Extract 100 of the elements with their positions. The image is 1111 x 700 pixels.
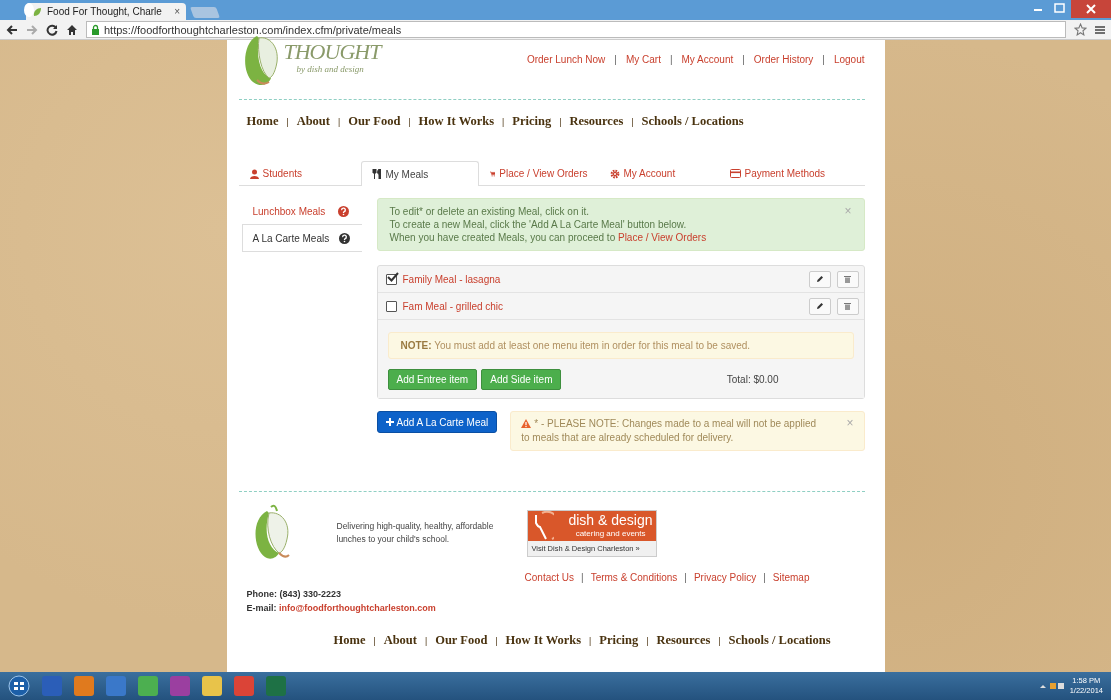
help-icon [338, 232, 350, 244]
tray-icon[interactable] [1039, 681, 1064, 691]
separator: | [669, 54, 673, 65]
logo-tagline: by dish and design [296, 64, 364, 74]
star-icon[interactable] [1074, 23, 1087, 36]
reload-icon[interactable] [46, 23, 58, 36]
checkbox[interactable] [385, 300, 397, 312]
new-tab-button[interactable] [190, 7, 220, 18]
tab-close-button[interactable]: × [174, 6, 180, 17]
warning-text: * - PLEASE NOTE: Changes made to a meal will not be applied to meals that are already scheduled for delivery. [521, 417, 818, 445]
start-button[interactable] [8, 675, 30, 697]
separator: | [646, 635, 649, 646]
pencil-icon [815, 275, 824, 283]
fork-knife-icon [371, 169, 382, 179]
nav-link[interactable]: How It Works [505, 633, 582, 648]
delete-button[interactable] [836, 270, 859, 288]
nav-link[interactable]: Resources [656, 633, 711, 648]
top-link[interactable]: Logout [833, 54, 865, 65]
nav-link[interactable]: Pricing [599, 633, 639, 648]
plus-icon [385, 418, 394, 426]
separator: | [589, 635, 592, 646]
add-meal-button[interactable]: Add A La Carte Meal [376, 411, 498, 433]
logo-text: THOUGHT [283, 40, 381, 64]
nav-link[interactable]: Our Food [348, 114, 401, 129]
footer-link[interactable]: Contact Us [524, 572, 575, 583]
phone-text: Phone: (843) 330-2223 [246, 589, 342, 599]
separator: | [581, 572, 584, 583]
edit-button[interactable] [808, 270, 831, 288]
note-text: NOTE: You must add at least one menu item in order for this meal to be saved. [400, 340, 751, 351]
menu-icon[interactable] [1095, 24, 1105, 35]
footer-link[interactable]: Terms & Conditions [590, 572, 678, 583]
cart-icon [489, 168, 496, 179]
separator: | [763, 572, 766, 583]
checkbox[interactable] [385, 273, 397, 285]
warning-icon [521, 419, 532, 428]
separator: | [718, 635, 721, 646]
total-text: Total: $0.00 [726, 374, 779, 385]
url-text: https://foodforthoughtcharleston.com/index.cfm/private/meals [104, 23, 402, 36]
side-nav-item[interactable]: A La Carte Meals [241, 224, 362, 252]
banner-subtitle: catering and events [575, 528, 646, 539]
separator: | [502, 116, 505, 127]
leaf-icon [32, 6, 42, 17]
tab[interactable]: My Meals [360, 161, 479, 186]
forward-icon[interactable] [26, 23, 38, 36]
banner-title: dish & design [568, 511, 653, 529]
tab[interactable]: Place / View Orders [478, 161, 599, 185]
meal-name: Fam Meal - grilled chic [402, 300, 505, 312]
app-icon[interactable] [202, 676, 222, 696]
nav-link[interactable]: Home [246, 114, 279, 129]
meal-row[interactable]: Family Meal - lasagna [377, 266, 864, 293]
tab-title: Food For Thought, Charle [47, 6, 163, 17]
separator: | [408, 116, 411, 127]
email-label: E-mail: [246, 603, 277, 613]
orders-link[interactable]: Place / View Orders [617, 232, 707, 243]
back-icon[interactable] [6, 23, 18, 36]
separator: | [614, 54, 617, 65]
trash-icon [844, 302, 851, 310]
alert-text: To edit* or delete an existing Meal, click on it. To create a new Meal, click the 'Add A La Carte Meal' button below. When you have created Meals, you can proceed to Place / View Orders [389, 205, 707, 244]
nav-link[interactable]: Home [333, 633, 366, 648]
top-link[interactable]: Order Lunch Now [526, 54, 606, 65]
tab[interactable]: Students [238, 161, 361, 185]
footer-link[interactable]: Sitemap [772, 572, 810, 583]
lock-icon [91, 24, 100, 35]
nav-link[interactable]: Resources [569, 114, 624, 129]
nav-link[interactable]: Schools / Locations [641, 114, 744, 129]
nav-link[interactable]: About [383, 633, 417, 648]
separator: | [742, 54, 745, 65]
separator: | [631, 116, 634, 127]
nav-link[interactable]: Pricing [512, 114, 552, 129]
trash-icon [844, 275, 851, 283]
separator: | [425, 635, 428, 646]
nav-link[interactable]: About [296, 114, 330, 129]
help-icon [337, 205, 349, 217]
close-icon[interactable] [1071, 0, 1111, 18]
footer-link[interactable]: Privacy Policy [693, 572, 757, 583]
top-link[interactable]: Order History [753, 54, 814, 65]
nav-link[interactable]: Our Food [435, 633, 488, 648]
meal-name: Family Meal - lasagna [402, 273, 502, 285]
browser-tab[interactable]: Food For Thought, Charle × [26, 3, 186, 20]
top-link[interactable]: My Account [681, 54, 734, 65]
home-icon[interactable] [66, 23, 78, 36]
delete-button[interactable] [836, 297, 859, 315]
pencil-icon [815, 302, 824, 310]
tagline-text: Delivering high-quality, healthy, affordable lunches to your child's school. [336, 520, 495, 546]
separator: | [559, 116, 562, 127]
edit-button[interactable] [808, 297, 831, 315]
separator: | [286, 116, 289, 127]
side-nav-item[interactable]: Lunchbox Meals [241, 198, 362, 224]
tab[interactable]: Payment Methods [718, 161, 862, 185]
nav-link[interactable]: How It Works [418, 114, 495, 129]
nav-link[interactable]: Schools / Locations [728, 633, 831, 648]
email-link[interactable]: info@foodforthoughtcharleston.com [279, 603, 436, 613]
separator: | [684, 572, 687, 583]
tab[interactable]: My Account [598, 161, 719, 185]
separator: | [373, 635, 376, 646]
separator: | [338, 116, 341, 127]
address-bar[interactable]: https://foodforthoughtcharleston.com/index.cfm/private/meals [86, 21, 1066, 38]
credit-card-icon [729, 169, 741, 178]
top-link[interactable]: My Cart [625, 54, 661, 65]
gear-icon [609, 168, 620, 179]
